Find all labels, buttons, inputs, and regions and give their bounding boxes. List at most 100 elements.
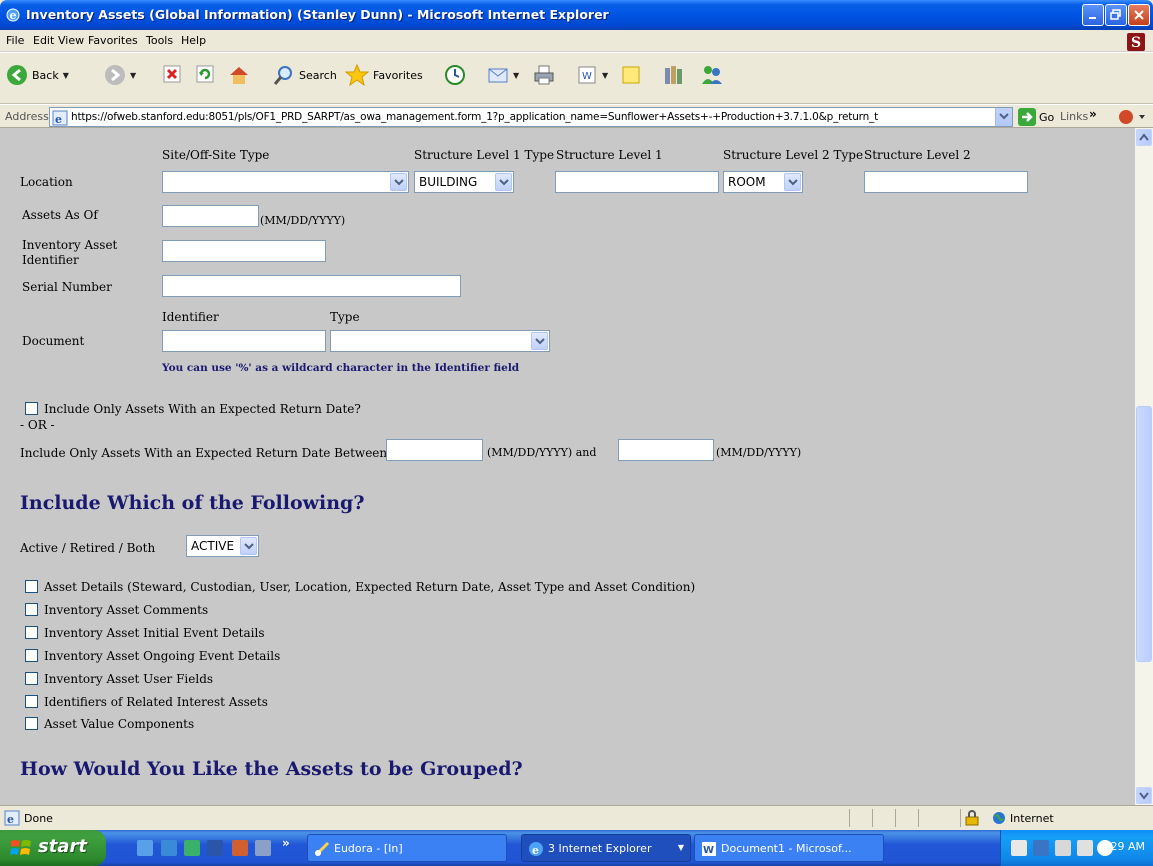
- scroll-down-button[interactable]: [1136, 787, 1152, 804]
- document-identifier-input[interactable]: [162, 330, 326, 352]
- option-label: Inventory Asset Initial Event Details: [44, 626, 265, 640]
- history-button[interactable]: [444, 64, 466, 86]
- menu-bar: File Edit View Favorites Tools Help S: [0, 30, 1153, 52]
- vertical-scrollbar[interactable]: [1135, 128, 1153, 805]
- history-icon: [445, 65, 465, 85]
- menu-tools[interactable]: Tools: [146, 34, 173, 47]
- scroll-up-button[interactable]: [1136, 129, 1152, 146]
- quicklaunch-word-icon[interactable]: [207, 840, 223, 856]
- address-input[interactable]: e https://ofweb.stanford.edu:8051/pls/OF…: [49, 107, 1013, 127]
- links-label[interactable]: Links: [1060, 110, 1088, 123]
- close-button[interactable]: [1128, 4, 1150, 26]
- site-type-select[interactable]: [162, 171, 409, 193]
- inv-asset-id-input[interactable]: [162, 240, 326, 262]
- go-button[interactable]: Go: [1018, 108, 1054, 126]
- chevron-down-icon: [1139, 792, 1149, 800]
- tray-icon[interactable]: [1055, 840, 1071, 856]
- return-date-to-hint: (MM/DD/YYYY): [716, 446, 802, 459]
- chevron-down-icon: [244, 543, 254, 550]
- option-checkbox[interactable]: [25, 603, 38, 616]
- discuss-button[interactable]: [620, 64, 642, 86]
- return-date-to-input[interactable]: [618, 439, 714, 461]
- include-heading: Include Which of the Following?: [20, 492, 365, 514]
- option-checkbox[interactable]: [25, 626, 38, 639]
- return-date-from-hint: (MM/DD/YYYY) and: [487, 446, 597, 459]
- stop-button[interactable]: [162, 64, 182, 84]
- restore-icon: [1110, 9, 1121, 20]
- forward-arrow-icon: [105, 65, 125, 85]
- edit-word-button[interactable]: W ▼: [576, 64, 608, 86]
- structure2-type-select[interactable]: ROOM: [723, 171, 803, 193]
- scroll-thumb[interactable]: [1136, 406, 1152, 662]
- document-type-select[interactable]: [330, 330, 550, 352]
- quicklaunch-more-icon[interactable]: »: [282, 836, 290, 850]
- messenger-button[interactable]: [700, 64, 724, 86]
- stanford-logo-icon: S: [1127, 33, 1145, 51]
- eudora-icon: [314, 841, 330, 857]
- quicklaunch-icon[interactable]: [184, 840, 200, 856]
- task-eudora[interactable]: Eudora - [In]: [307, 834, 507, 862]
- windows-logo-icon: [10, 840, 31, 855]
- refresh-button[interactable]: [195, 64, 215, 84]
- address-dropdown-button[interactable]: [995, 108, 1012, 126]
- serial-number-input[interactable]: [162, 275, 461, 297]
- quicklaunch-icon[interactable]: [255, 840, 271, 856]
- back-button[interactable]: Back ▼: [6, 64, 69, 86]
- search-icon: [273, 66, 292, 85]
- option-checkbox[interactable]: [25, 695, 38, 708]
- chevron-down-icon: ▼: [677, 843, 684, 852]
- menu-edit[interactable]: Edit: [33, 34, 54, 47]
- quicklaunch-icon[interactable]: [232, 840, 248, 856]
- quicklaunch-ie-icon[interactable]: [161, 840, 177, 856]
- inv-asset-id-label-2: Identifier: [22, 253, 79, 267]
- search-button[interactable]: Search: [273, 64, 337, 86]
- chevron-down-icon: [999, 113, 1009, 120]
- mail-button[interactable]: ▼: [487, 64, 519, 86]
- expected-return-date-checkbox[interactable]: [25, 402, 38, 415]
- note-icon: [622, 66, 640, 84]
- return-date-from-input[interactable]: [386, 439, 483, 461]
- links-more-icon[interactable]: »: [1089, 107, 1097, 121]
- menu-file[interactable]: File: [6, 34, 24, 47]
- structure2-input[interactable]: [864, 171, 1028, 193]
- status-bar: e Done Internet: [0, 805, 1153, 830]
- structure1-input[interactable]: [555, 171, 719, 193]
- option-checkbox[interactable]: [25, 649, 38, 662]
- menu-help[interactable]: Help: [181, 34, 206, 47]
- task-word-document[interactable]: W Document1 - Microsof...: [694, 834, 884, 862]
- print-button[interactable]: [533, 64, 555, 86]
- document-label: Document: [22, 334, 85, 348]
- go-arrow-icon: [1018, 108, 1036, 126]
- quicklaunch-icon[interactable]: [137, 840, 153, 856]
- option-checkbox[interactable]: [25, 580, 38, 593]
- tray-icon[interactable]: [1077, 840, 1093, 856]
- menu-view[interactable]: View: [58, 34, 84, 47]
- option-checkbox[interactable]: [25, 672, 38, 685]
- favorites-button[interactable]: Favorites: [345, 64, 423, 86]
- page-icon: e: [52, 110, 68, 126]
- task-internet-explorer[interactable]: e 3 Internet Explorer ▼: [521, 834, 691, 862]
- minimize-icon: [1089, 17, 1096, 19]
- home-button[interactable]: [228, 64, 250, 86]
- forward-button[interactable]: ▼: [104, 64, 136, 86]
- status-filter-select[interactable]: ACTIVE: [186, 535, 259, 557]
- window-titlebar[interactable]: e Inventory Assets (Global Information) …: [0, 0, 1153, 30]
- stop-icon: [163, 65, 181, 83]
- restore-button[interactable]: [1105, 4, 1127, 26]
- menu-favorites[interactable]: Favorites: [88, 34, 138, 47]
- option-checkbox[interactable]: [25, 717, 38, 730]
- minimize-button[interactable]: [1082, 4, 1104, 26]
- start-button[interactable]: start: [0, 830, 106, 866]
- tray-icon[interactable]: [1011, 840, 1027, 856]
- word-icon: W: [578, 66, 596, 84]
- chevron-down-icon: [499, 179, 509, 186]
- structure1-type-select[interactable]: BUILDING: [414, 171, 514, 193]
- col-structure1-type: Structure Level 1 Type: [414, 148, 555, 162]
- address-label: Address: [5, 110, 49, 123]
- research-button[interactable]: [663, 64, 687, 86]
- toolbar-extension-icon[interactable]: [1117, 108, 1147, 126]
- assets-as-of-input[interactable]: [162, 205, 259, 227]
- tray-icon[interactable]: [1033, 840, 1049, 856]
- system-tray: 9:29 AM: [1000, 830, 1153, 866]
- chevron-down-icon: [788, 179, 798, 186]
